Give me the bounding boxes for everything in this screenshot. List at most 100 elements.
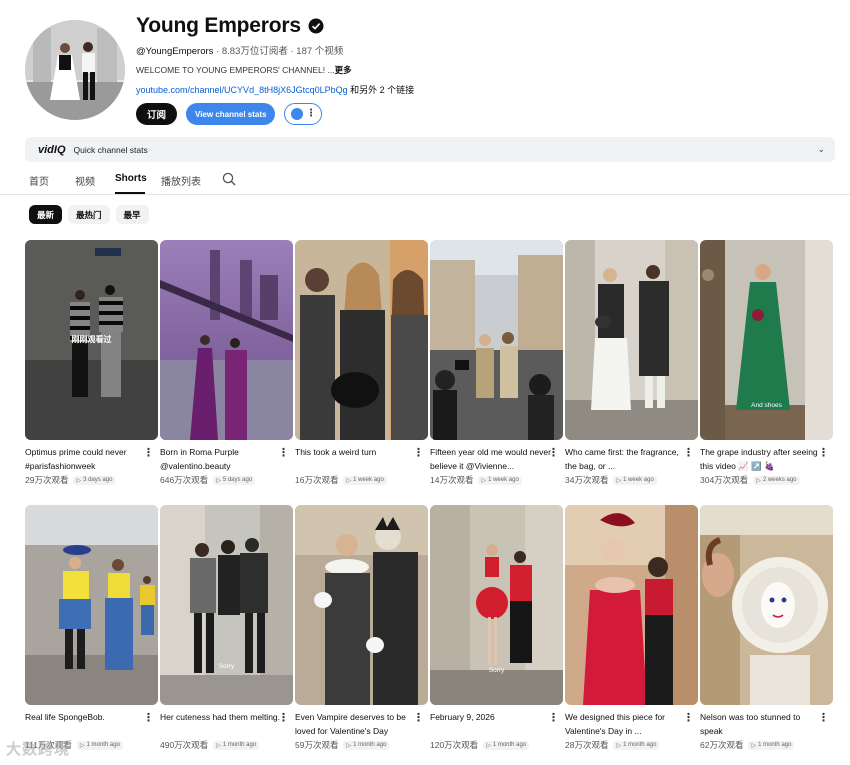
short-thumbnail[interactable]: And shoes [700, 240, 833, 440]
avatar-image [25, 20, 125, 120]
more-vert-icon[interactable]: ⋮ [278, 448, 289, 459]
short-thumbnail[interactable] [25, 505, 158, 705]
view-count: 646万次观看 [160, 475, 209, 485]
short-title[interactable]: Even Vampire deserves to be loved for Va… [295, 710, 428, 738]
age-text: 1 month ago [492, 742, 527, 748]
more-vert-icon[interactable]: ⋮ [818, 448, 829, 459]
age-text: 5 days ago [222, 477, 253, 483]
more-vert-icon[interactable]: ⋮ [548, 713, 559, 724]
tab-shorts[interactable]: Shorts [115, 173, 147, 184]
vidiq-eye-icon [290, 108, 303, 120]
short-card[interactable]: Even Vampire deserves to be loved for Va… [295, 505, 428, 751]
short-title[interactable]: Born in Roma Purple @valentino.beauty [160, 445, 293, 473]
short-card[interactable]: Who came first: the fragrance, the bag, … [565, 240, 698, 486]
more-vert-icon[interactable]: ⋮ [683, 713, 694, 724]
channel-avatar[interactable] [25, 20, 125, 120]
view-count: 14万次观看 [430, 475, 474, 485]
short-thumbnail[interactable] [295, 505, 428, 705]
more-vert-icon[interactable]: ⋮ [143, 713, 154, 724]
age-text: 1 month ago [623, 742, 657, 748]
channel-link-extra[interactable]: 和另外 2 个链接 [348, 85, 414, 95]
view-count: 490万次观看 [160, 740, 209, 750]
thumbnail-image [430, 505, 563, 705]
channel-link[interactable]: youtube.com/channel/UCYVd_8tH8jX6JGtcq0L… [136, 85, 348, 95]
short-card[interactable]: Sorry February 9, 2026 ⋮ 120万次观看 ▷ 1 month… [430, 505, 563, 751]
more-vert-icon[interactable]: ⋮ [413, 448, 424, 459]
vidiq-quick-stats-bar[interactable]: vidIQ Quick channel stats ⌄ [25, 137, 835, 162]
more-vert-icon[interactable]: ⋮ [143, 448, 154, 459]
chip-popular[interactable]: 最热门 [68, 205, 110, 224]
short-thumbnail[interactable] [430, 240, 563, 440]
short-title[interactable]: Who came first: the fragrance, the bag, … [565, 445, 698, 473]
more-vert-icon[interactable]: ⋮ [413, 713, 424, 724]
channel-stats: · 8.83万位订阅者 · 187 个视频 [216, 46, 344, 57]
tab-videos[interactable]: 视频 [75, 173, 95, 188]
short-title[interactable]: This took a weird turn [295, 445, 428, 473]
video-overlay-text: And shoes [751, 402, 782, 409]
view-channel-stats-button[interactable]: View channel stats [186, 103, 276, 125]
vidiq-label: Quick channel stats [73, 144, 148, 155]
short-thumbnail[interactable] [160, 240, 293, 440]
short-thumbnail[interactable] [565, 505, 698, 705]
short-card[interactable]: 刚刚观看过 Optimus prime could never #parisfa… [25, 240, 158, 486]
tab-playlists[interactable]: 播放列表 [161, 173, 201, 188]
age-badge: ▷ 5 days ago [213, 475, 256, 485]
view-count: 28万次观看 [565, 740, 609, 750]
channel-links: youtube.com/channel/UCYVd_8tH8jX6JGtcq0L… [136, 83, 414, 96]
short-thumbnail[interactable] [295, 240, 428, 440]
more-vert-icon[interactable]: ⋮ [683, 448, 694, 459]
channel-meta: @YoungEmperors · 8.83万位订阅者 · 187 个视频 [136, 43, 343, 57]
age-text: 1 month ago [353, 742, 387, 748]
short-card[interactable]: Fifteen year old me would never believe … [430, 240, 563, 486]
search-icon[interactable] [222, 172, 236, 186]
short-title[interactable]: We designed this piece for Valentine's D… [565, 710, 698, 738]
short-thumbnail[interactable] [700, 505, 833, 705]
chip-latest[interactable]: 最新 [29, 205, 63, 224]
description-more[interactable]: 更多 [335, 65, 352, 75]
short-thumbnail[interactable]: 刚刚观看过 [25, 240, 158, 440]
video-overlay-text: Sorry [488, 667, 505, 674]
age-text: 1 month ago [86, 742, 120, 748]
view-count: 62万次观看 [700, 740, 744, 750]
channel-tabs: 首页 视频 Shorts 播放列表 [0, 164, 850, 195]
short-title[interactable]: Her cuteness had them melting. [160, 710, 293, 738]
more-vert-icon[interactable]: ⋮ [278, 713, 289, 724]
short-thumbnail[interactable] [565, 240, 698, 440]
age-text: 2 weeks ago [762, 477, 797, 483]
short-thumbnail[interactable]: Sorry [160, 505, 293, 705]
video-overlay-text: Sorry [218, 663, 235, 670]
subscribe-button[interactable]: 订阅 [136, 103, 178, 125]
channel-description[interactable]: WELCOME TO YOUNG EMPERORS' CHANNEL! ...更… [136, 64, 352, 76]
age-text: 1 week ago [623, 477, 654, 483]
short-card[interactable]: This took a weird turn ⋮ 16万次观看 ▷ 1 week a… [295, 240, 428, 486]
thumbnail-image [700, 240, 833, 440]
tab-home[interactable]: 首页 [29, 173, 49, 188]
watched-badge: 刚刚观看过 [71, 335, 112, 344]
play-icon: ▷ [216, 477, 221, 484]
short-title[interactable]: Nelson was too stunned to speak [700, 710, 833, 738]
age-badge: ▷ 1 month ago [213, 740, 260, 750]
short-card[interactable]: Born in Roma Purple @valentino.beauty ⋮ … [160, 240, 293, 486]
more-vert-icon[interactable]: ⋮ [548, 448, 559, 459]
short-card[interactable]: Sorry Her cuteness had them melting. ⋮ 4… [160, 505, 293, 751]
short-thumbnail[interactable]: Sorry [430, 505, 563, 705]
play-icon: ▷ [486, 742, 491, 749]
short-title[interactable]: Fifteen year old me would never believe … [430, 445, 563, 473]
chevron-down-icon[interactable]: ⌄ [817, 144, 825, 155]
age-badge: ▷ 1 week ago [613, 475, 657, 485]
chip-oldest[interactable]: 最早 [115, 205, 149, 224]
play-icon: ▷ [616, 477, 622, 484]
short-title[interactable]: The grape industry after seeing this vid… [700, 445, 833, 473]
short-title[interactable]: Real life SpongeBob. [25, 710, 158, 738]
short-card[interactable]: Nelson was too stunned to speak ⋮ 62万次观看… [700, 505, 833, 751]
short-title[interactable]: Optimus prime could never #parisfashionw… [25, 445, 158, 473]
short-card[interactable]: And shoes The grape industry after seein… [700, 240, 833, 486]
view-count: 29万次观看 [25, 475, 69, 485]
short-card[interactable]: Real life SpongeBob. ⋮ 111万次观看 ▷ 1 month a… [25, 505, 158, 751]
vidiq-extension-button[interactable]: ⋮ [284, 103, 323, 125]
short-title[interactable]: February 9, 2026 [430, 710, 563, 738]
short-card[interactable]: We designed this piece for Valentine's D… [565, 505, 698, 751]
sort-chips: 最新 最热门 最早 [29, 205, 149, 224]
thumbnail-image [295, 240, 428, 440]
more-vert-icon[interactable]: ⋮ [818, 713, 829, 724]
